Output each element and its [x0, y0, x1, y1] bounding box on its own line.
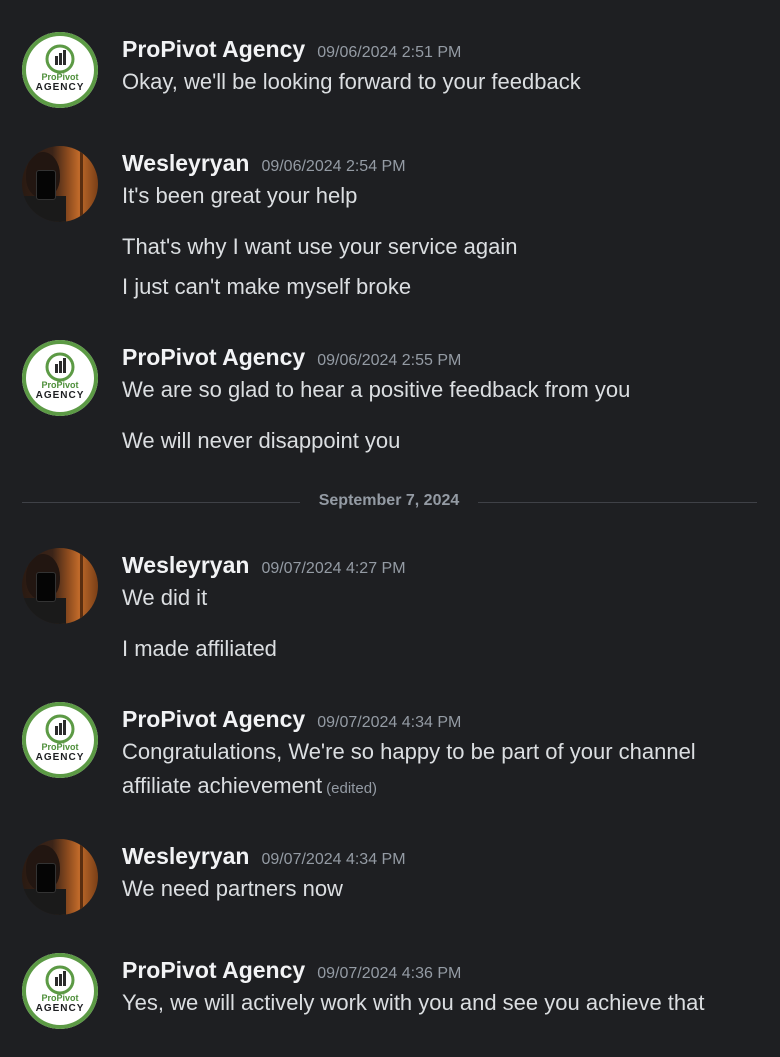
message-text: We did it — [122, 585, 208, 610]
timestamp: 09/06/2024 2:51 PM — [317, 44, 462, 61]
message-text: Congratulations, We're so happy to be pa… — [122, 739, 696, 764]
timestamp: 09/07/2024 4:27 PM — [261, 560, 406, 577]
message-text: Yes, we will actively work with you and … — [122, 990, 705, 1015]
message-text: It's been great your help — [122, 183, 358, 208]
author-name[interactable]: ProPivot Agency — [122, 957, 305, 983]
avatar[interactable]: ProPivot AGENCY — [22, 32, 98, 108]
message-header: ProPivot Agency 09/06/2024 2:51 PM — [122, 36, 461, 63]
timestamp: 09/07/2024 4:36 PM — [317, 965, 462, 982]
agency-logo-icon — [45, 965, 75, 995]
message-text-line: affiliate achievement (edited) — [122, 769, 377, 806]
agency-logo-icon — [45, 714, 75, 744]
date-divider: September 7, 2024 — [22, 492, 757, 512]
agency-logo-icon — [45, 352, 75, 382]
avatar-background — [80, 548, 83, 624]
author-name[interactable]: Wesleyryan — [122, 843, 249, 869]
author-name[interactable]: ProPivot Agency — [122, 344, 305, 370]
logo-pro-text: ProPivot — [41, 993, 79, 1003]
date-divider-label: September 7, 2024 — [318, 492, 460, 509]
edited-label: (edited) — [326, 780, 378, 797]
message-text: I just can't make myself broke — [122, 274, 412, 299]
logo-agency-text: AGENCY — [35, 752, 85, 763]
phone-icon — [36, 572, 56, 602]
phone-icon — [36, 170, 56, 200]
avatar[interactable] — [22, 548, 98, 624]
message-text: We are so glad to hear a positive feedba… — [122, 377, 631, 402]
avatar-background — [80, 839, 83, 915]
message-header: ProPivot Agency 09/07/2024 4:34 PM — [122, 706, 461, 733]
message-text: That's why I want use your service again — [122, 234, 518, 259]
avatar[interactable]: ProPivot AGENCY — [22, 340, 98, 416]
logo-pro-text: ProPivot — [41, 380, 79, 390]
agency-logo-icon — [45, 44, 75, 74]
logo-agency-text: AGENCY — [35, 82, 85, 93]
avatar-background — [80, 146, 83, 222]
timestamp: 09/07/2024 4:34 PM — [261, 851, 406, 868]
author-name[interactable]: ProPivot Agency — [122, 706, 305, 732]
message-text: affiliate achievement — [122, 773, 323, 798]
message-header: Wesleyryan 09/07/2024 4:27 PM — [122, 552, 406, 579]
divider-line — [22, 502, 300, 503]
timestamp: 09/06/2024 2:54 PM — [261, 158, 406, 175]
message-text: We will never disappoint you — [122, 428, 401, 453]
avatar[interactable] — [22, 839, 98, 915]
logo-agency-text: AGENCY — [35, 1003, 85, 1014]
logo-pro-text: ProPivot — [41, 72, 79, 82]
avatar[interactable]: ProPivot AGENCY — [22, 702, 98, 778]
message-text: Okay, we'll be looking forward to your f… — [122, 69, 581, 94]
message-text: We need partners now — [122, 876, 343, 901]
phone-icon — [36, 863, 56, 893]
timestamp: 09/06/2024 2:55 PM — [317, 352, 462, 369]
author-name[interactable]: Wesleyryan — [122, 552, 249, 578]
logo-agency-text: AGENCY — [35, 390, 85, 401]
message-header: ProPivot Agency 09/06/2024 2:55 PM — [122, 344, 461, 371]
avatar[interactable] — [22, 146, 98, 222]
message-text: I made affiliated — [122, 636, 277, 661]
message-header: ProPivot Agency 09/07/2024 4:36 PM — [122, 957, 461, 984]
timestamp: 09/07/2024 4:34 PM — [317, 714, 462, 731]
avatar[interactable]: ProPivot AGENCY — [22, 953, 98, 1029]
logo-pro-text: ProPivot — [41, 742, 79, 752]
message-header: Wesleyryan 09/07/2024 4:34 PM — [122, 843, 406, 870]
author-name[interactable]: Wesleyryan — [122, 150, 249, 176]
divider-line — [478, 502, 757, 503]
author-name[interactable]: ProPivot Agency — [122, 36, 305, 62]
message-header: Wesleyryan 09/06/2024 2:54 PM — [122, 150, 406, 177]
